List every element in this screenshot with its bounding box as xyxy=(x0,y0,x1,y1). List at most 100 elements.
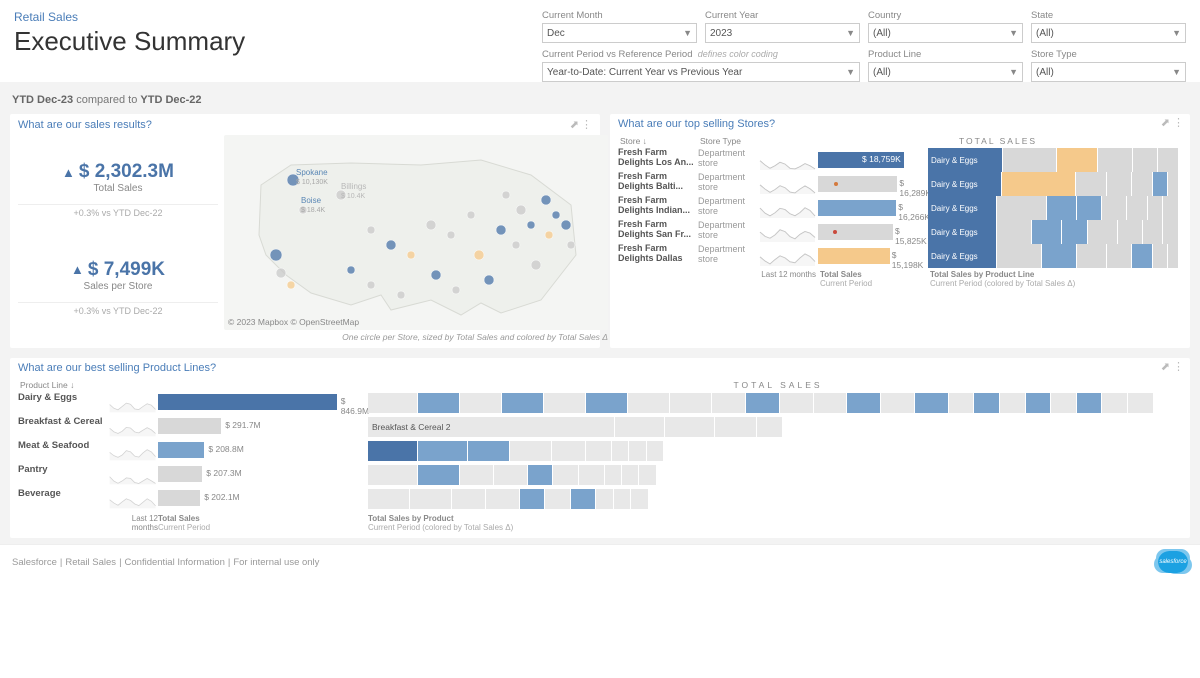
chevron-down-icon: ▼ xyxy=(1172,67,1181,77)
product-bar[interactable]: $ 202.1M xyxy=(158,488,368,512)
store-type: Department store xyxy=(698,196,758,220)
select-country[interactable]: (All)▼ xyxy=(868,23,1023,43)
product-treemap[interactable] xyxy=(368,440,1188,464)
svg-text:$ 18.4K: $ 18.4K xyxy=(301,207,325,214)
store-type: Department store xyxy=(698,220,758,244)
label-store-type: Store Type xyxy=(1031,49,1186,60)
product-treemap[interactable] xyxy=(368,488,1188,512)
expand-icon[interactable]: ⬈ xyxy=(1161,117,1170,129)
product-treemap[interactable] xyxy=(368,392,1188,416)
store-bar[interactable]: $ 16,289K xyxy=(818,172,928,196)
footer-text: Salesforce|Retail Sales|Confidential Inf… xyxy=(12,557,319,568)
col-total-sales: TOTAL SALES xyxy=(818,134,1178,148)
period-comparison: YTD Dec-23 compared to YTD Dec-22 xyxy=(10,90,1190,114)
sparkline xyxy=(108,392,158,416)
sparkline xyxy=(758,172,818,196)
expand-icon[interactable]: ⬈ xyxy=(570,119,579,131)
store-treemap[interactable]: Dairy & Eggs xyxy=(928,196,1178,220)
select-state[interactable]: (All)▼ xyxy=(1031,23,1186,43)
more-icon[interactable]: ⋮ xyxy=(1173,361,1184,373)
sparkline xyxy=(758,196,818,220)
page-title: Executive Summary xyxy=(14,26,245,57)
panel-sales-results: What are our sales results? ⬈⋮ ▲$ 2,302.… xyxy=(10,114,600,348)
expand-icon[interactable]: ⬈ xyxy=(1161,361,1170,373)
kpi-total-sales: ▲$ 2,302.3M Total Sales +0.3% vs YTD Dec… xyxy=(18,161,218,218)
breadcrumb[interactable]: Retail Sales xyxy=(14,10,245,24)
more-icon[interactable]: ⋮ xyxy=(581,119,592,131)
store-type: Department store xyxy=(698,172,758,196)
chevron-down-icon: ▼ xyxy=(683,28,692,38)
select-current-year[interactable]: 2023▼ xyxy=(705,23,860,43)
chevron-down-icon: ▼ xyxy=(1009,67,1018,77)
product-treemap[interactable]: Breakfast & Cereal 2 xyxy=(368,416,1188,440)
label-product-line: Product Line xyxy=(868,49,1023,60)
product-line-name[interactable]: Pantry xyxy=(18,464,108,488)
up-triangle-icon: ▲ xyxy=(62,165,75,180)
product-bar[interactable]: $ 291.7M xyxy=(158,416,368,440)
svg-text:$ 10,130K: $ 10,130K xyxy=(296,179,328,186)
col-product-line[interactable]: Product Line ↓ xyxy=(18,378,108,392)
store-type: Department store xyxy=(698,148,758,172)
col-total-sales-prod: TOTAL SALES xyxy=(368,378,1188,392)
sparkline xyxy=(108,416,158,440)
store-bar[interactable]: $ 18,759K xyxy=(818,148,928,172)
svg-text:$ 10.4K: $ 10.4K xyxy=(341,193,365,200)
more-icon[interactable]: ⋮ xyxy=(1173,117,1184,129)
select-product-line[interactable]: (All)▼ xyxy=(868,62,1023,82)
label-current-month: Current Month xyxy=(542,10,697,21)
store-bar[interactable]: $ 15,198K xyxy=(818,244,928,268)
label-period: Current Period vs Reference Period defin… xyxy=(542,49,860,60)
col-store-type: Store Type xyxy=(698,134,758,148)
salesforce-logo: salesforce xyxy=(1158,551,1188,573)
panel-title-stores: What are our top selling Stores? xyxy=(618,118,775,130)
select-current-month[interactable]: Dec▼ xyxy=(542,23,697,43)
store-name[interactable]: Fresh Farm Delights Balti... xyxy=(618,172,698,196)
kpi-sales-per-store: ▲$ 7,499K Sales per Store +0.3% vs YTD D… xyxy=(18,259,218,316)
product-bar[interactable]: $ 207.3M xyxy=(158,464,368,488)
sparkline xyxy=(758,148,818,172)
store-name[interactable]: Fresh Farm Delights Dallas xyxy=(618,244,698,268)
label-state: State xyxy=(1031,10,1186,21)
panel-title-products: What are our best selling Product Lines? xyxy=(18,362,216,374)
svg-text:Billings: Billings xyxy=(341,182,366,191)
panel-title-sales: What are our sales results? xyxy=(18,119,152,131)
store-treemap[interactable]: Dairy & Eggs xyxy=(928,244,1178,268)
product-line-name[interactable]: Dairy & Eggs xyxy=(18,392,108,416)
store-bar[interactable]: $ 15,825K xyxy=(818,220,928,244)
sparkline xyxy=(758,244,818,268)
chevron-down-icon: ▼ xyxy=(846,67,855,77)
map-attribution: © 2023 Mapbox © OpenStreetMap xyxy=(228,317,359,327)
store-bar[interactable]: $ 16,266K xyxy=(818,196,928,220)
label-current-year: Current Year xyxy=(705,10,860,21)
product-line-name[interactable]: Breakfast & Cereal xyxy=(18,416,108,440)
store-treemap[interactable]: Dairy & Eggs xyxy=(928,220,1178,244)
sales-map[interactable]: Spokane $ 10,130K Boise $ 18.4K Billings… xyxy=(224,135,608,330)
store-treemap[interactable]: Dairy & Eggs xyxy=(928,148,1178,172)
product-bar[interactable]: $ 208.8M xyxy=(158,440,368,464)
map-footnote: One circle per Store, sized by Total Sal… xyxy=(224,332,608,342)
sparkline xyxy=(108,440,158,464)
sparkline xyxy=(758,220,818,244)
product-line-name[interactable]: Meat & Seafood xyxy=(18,440,108,464)
product-bar[interactable]: $ 846.9M xyxy=(158,392,368,416)
store-name[interactable]: Fresh Farm Delights San Fr... xyxy=(618,220,698,244)
up-triangle-icon: ▲ xyxy=(71,262,84,277)
chevron-down-icon: ▼ xyxy=(846,28,855,38)
product-line-name[interactable]: Beverage xyxy=(18,488,108,512)
label-country: Country xyxy=(868,10,1023,21)
svg-text:Spokane: Spokane xyxy=(296,168,328,177)
sparkline xyxy=(108,488,158,512)
panel-top-stores: What are our top selling Stores? ⬈ ⋮ Sto… xyxy=(610,114,1190,348)
chevron-down-icon: ▼ xyxy=(1009,28,1018,38)
select-period[interactable]: Year-to-Date: Current Year vs Previous Y… xyxy=(542,62,860,82)
product-treemap[interactable] xyxy=(368,464,1188,488)
store-type: Department store xyxy=(698,244,758,268)
store-name[interactable]: Fresh Farm Delights Indian... xyxy=(618,196,698,220)
sparkline xyxy=(108,464,158,488)
store-treemap[interactable]: Dairy & Eggs xyxy=(928,172,1178,196)
col-store[interactable]: Store ↓ xyxy=(618,134,698,148)
chevron-down-icon: ▼ xyxy=(1172,28,1181,38)
filter-bar: Current Month Dec▼ Current Year 2023▼ Co… xyxy=(542,10,1186,82)
store-name[interactable]: Fresh Farm Delights Los An... xyxy=(618,148,698,172)
select-store-type[interactable]: (All)▼ xyxy=(1031,62,1186,82)
